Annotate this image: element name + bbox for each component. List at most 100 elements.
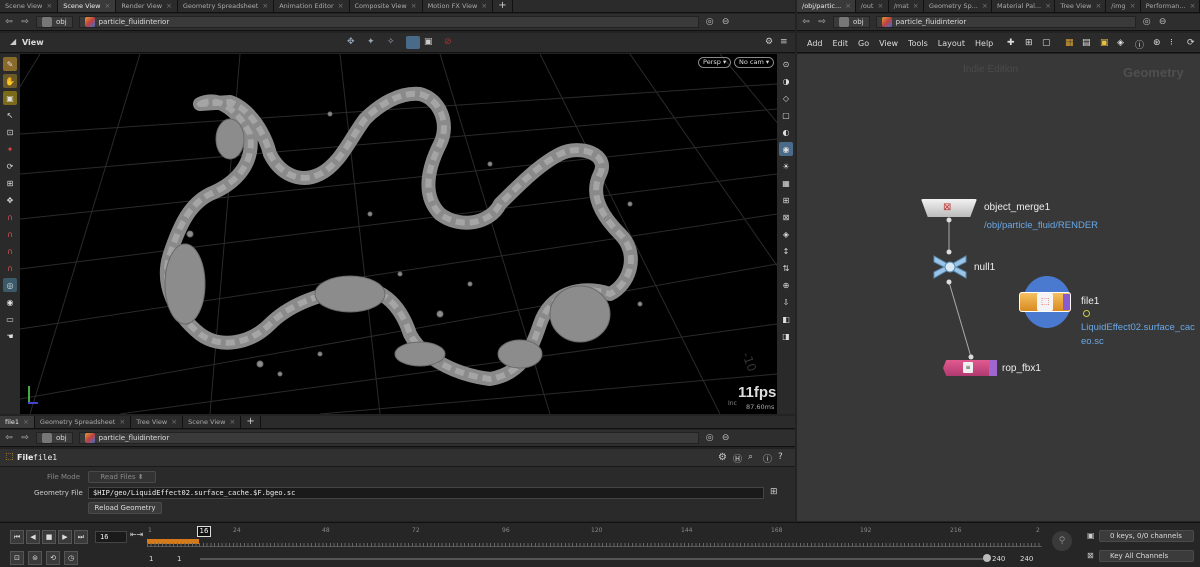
jump-start-icon[interactable]: ⏮ <box>10 530 24 544</box>
magnet-3-icon[interactable]: ∩ <box>3 244 17 258</box>
path-crumb-context[interactable]: particle_fluidinterior <box>78 432 699 444</box>
geometry-file-field[interactable]: $HIP/geo/LiquidEffect02.surface_cache.$F… <box>88 487 764 499</box>
menu-tools[interactable]: Tools <box>908 39 928 52</box>
key-lock-icon[interactable]: ⊠ <box>1087 551 1094 560</box>
tab-img[interactable]: /img × <box>1106 0 1141 12</box>
close-icon[interactable]: × <box>166 0 172 12</box>
back-arrow-icon[interactable]: ⇦ <box>801 17 811 27</box>
persp-dropdown[interactable]: Persp ▾ <box>698 57 732 68</box>
close-icon[interactable]: × <box>1045 0 1051 12</box>
menu-icon[interactable]: ≡ <box>780 37 788 47</box>
forward-arrow-icon[interactable]: ⇨ <box>20 17 30 27</box>
network-icon[interactable]: ⊛ <box>1153 38 1161 48</box>
menu-edit[interactable]: Edit <box>833 39 849 52</box>
note-icon[interactable]: ▣ <box>1100 38 1109 48</box>
close-icon[interactable]: × <box>877 0 883 12</box>
object-merge-label[interactable]: object_merge1 <box>984 202 1050 213</box>
realtime-icon[interactable]: ⊡ <box>10 551 24 565</box>
shape-icon[interactable]: ◈ <box>1117 38 1124 48</box>
add-tab-icon[interactable]: + <box>241 416 261 428</box>
question-icon[interactable]: ? <box>778 452 783 462</box>
path-crumb-obj[interactable]: obj <box>833 16 870 28</box>
menu-layout[interactable]: Layout <box>938 39 965 52</box>
tab-animation-editor[interactable]: Animation Editor × <box>274 0 350 12</box>
node-object-merge[interactable]: ⊠ <box>921 199 977 217</box>
node-rop-fbx[interactable]: ≡ <box>943 360 997 376</box>
tab-performance[interactable]: Performan... × <box>1141 0 1200 12</box>
transform-tool-icon[interactable]: ✦ <box>367 37 375 47</box>
select-icon[interactable]: ✎ <box>3 57 17 71</box>
tab-scene-view-2[interactable]: Scene View × <box>58 0 117 12</box>
camera-dropdown[interactable]: No cam ▾ <box>734 57 775 68</box>
tab-geometry-sp[interactable]: Geometry Sp... × <box>924 0 992 12</box>
layer-icon[interactable]: ◉ <box>3 295 17 309</box>
tab-obj-particle[interactable]: /obj/partic... × <box>797 0 856 12</box>
back-arrow-icon[interactable]: ⇦ <box>4 433 14 443</box>
reload-geometry-button[interactable]: Reload Geometry <box>88 502 162 514</box>
tool-icon-9[interactable]: ⊞ <box>779 193 793 207</box>
search-icon[interactable]: ⌕ <box>748 452 753 462</box>
range-end-label[interactable]: 240 <box>1020 555 1033 563</box>
gear-icon[interactable]: ⚙ <box>765 37 773 47</box>
current-frame-field[interactable]: 16 <box>95 531 127 543</box>
tool-icon-12[interactable]: ↕ <box>779 244 793 258</box>
range-start-label[interactable]: 1 <box>149 555 153 563</box>
loop-icon[interactable]: ⟲ <box>46 551 60 565</box>
close-icon[interactable]: × <box>262 0 268 12</box>
tool-icon-11[interactable]: ◈ <box>779 227 793 241</box>
brush-icon[interactable]: ✦ <box>3 142 17 156</box>
menu-add[interactable]: Add <box>807 39 823 52</box>
tab-file1[interactable]: file1 × <box>0 416 35 428</box>
pin-icon[interactable]: ◎ <box>705 433 715 443</box>
menu-view[interactable]: View <box>879 39 898 52</box>
close-icon[interactable]: × <box>982 0 988 12</box>
node-name-field[interactable]: file1 <box>33 453 57 462</box>
step-arrows-icon[interactable]: ⇤⇥ <box>130 530 143 539</box>
rop-input-dot[interactable] <box>968 354 974 360</box>
link-icon[interactable]: ⊖ <box>721 433 731 443</box>
viewport-canvas[interactable]: -10 Persp ▾ No cam ▾ 11fps Inc 87.60ms <box>20 54 777 414</box>
info-icon[interactable]: ⓘ <box>1135 38 1144 51</box>
tool-icon-17[interactable]: ◨ <box>779 329 793 343</box>
link-icon[interactable]: ⊖ <box>721 17 731 27</box>
tool-icon-1[interactable]: ⊙ <box>779 57 793 71</box>
tool-icon-13[interactable]: ⇅ <box>779 261 793 275</box>
close-icon[interactable]: × <box>411 0 417 12</box>
back-arrow-icon[interactable]: ⇦ <box>4 17 14 27</box>
file-mode-dropdown[interactable]: Read Files ⬍ <box>88 471 156 483</box>
close-icon[interactable]: × <box>338 0 344 12</box>
handle-tool-icon[interactable]: ✧ <box>387 37 395 47</box>
key-all-channels-button[interactable]: Key All Channels <box>1099 550 1194 562</box>
network-canvas[interactable]: Indie Edition Geometry ⊠ object_merge1 /… <box>797 54 1200 521</box>
magnet-4-icon[interactable]: ∩ <box>3 261 17 275</box>
tool-icon-2[interactable]: ◑ <box>779 74 793 88</box>
close-icon[interactable]: × <box>171 416 177 428</box>
tab-geometry-spreadsheet-2[interactable]: Geometry Spreadsheet × <box>35 416 132 428</box>
range-start-field[interactable]: 1 <box>177 555 181 563</box>
tab-out[interactable]: /out × <box>856 0 889 12</box>
tab-motion-fx-view[interactable]: Motion FX View × <box>423 0 494 12</box>
step-back-icon[interactable]: ◀ <box>26 530 40 544</box>
close-icon[interactable]: × <box>119 416 125 428</box>
gear-icon[interactable]: ⚙ <box>718 452 727 463</box>
range-slider-end-handle[interactable] <box>983 554 991 562</box>
tab-tree-view[interactable]: Tree View × <box>131 416 184 428</box>
tool-icon-7[interactable]: ☀ <box>779 159 793 173</box>
pose-icon[interactable]: ▣ <box>3 91 17 105</box>
tab-scene-view[interactable]: Scene View × <box>0 0 59 12</box>
snap-icon[interactable] <box>406 36 420 49</box>
path-crumb-context[interactable]: particle_fluidinterior <box>875 16 1136 28</box>
tool-icon-16[interactable]: ◧ <box>779 312 793 326</box>
pin-icon[interactable]: ◎ <box>1142 17 1152 27</box>
scale-icon[interactable]: ⊞ <box>3 176 17 190</box>
file-chooser-icon[interactable]: ⊞ <box>770 487 778 497</box>
close-icon[interactable]: × <box>229 416 235 428</box>
tab-scene-view-3[interactable]: Scene View × <box>183 416 242 428</box>
close-icon[interactable]: × <box>913 0 919 12</box>
forward-arrow-icon[interactable]: ⇨ <box>20 433 30 443</box>
tool-icon-15[interactable]: ⇩ <box>779 295 793 309</box>
key-icon[interactable]: ⚲ <box>1052 531 1072 551</box>
help-icon[interactable]: Ⓗ <box>733 452 742 465</box>
path-crumb-context[interactable]: particle_fluidinterior <box>78 16 699 28</box>
path-crumb-obj[interactable]: obj <box>36 432 73 444</box>
